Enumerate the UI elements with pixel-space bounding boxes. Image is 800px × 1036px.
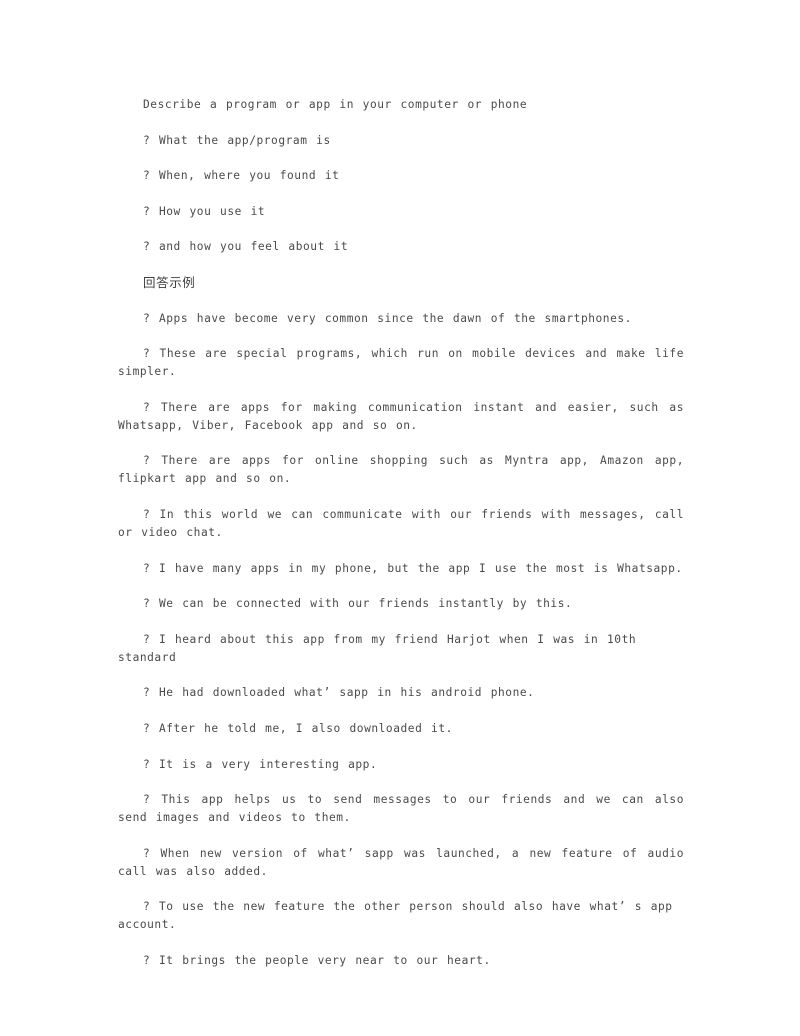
answer-item-15: ? It brings the people very near to our …	[143, 953, 491, 967]
prompt-item-4: ? and how you feel about it	[143, 240, 349, 254]
prompt-item-3: ? How you use it	[143, 204, 266, 218]
document-text-body: Describe a program or app in your comput…	[118, 96, 684, 970]
answer-item-3: ? There are apps for making communicatio…	[118, 400, 684, 432]
answer-item-2: ? These are special programs, which run …	[118, 347, 684, 379]
section-heading-answer-example: 回答示例	[143, 274, 196, 290]
answer-item-9: ? He had downloaded what’ sapp in his an…	[143, 686, 535, 700]
prompt-item-2: ? When, where you found it	[143, 169, 340, 183]
answer-item-8: ? I heard about this app from my friend …	[118, 632, 637, 664]
answer-item-5: ? In this world we can communicate with …	[118, 507, 684, 539]
answer-item-14: ? To use the new feature the other perso…	[118, 900, 673, 932]
answer-item-11: ? It is a very interesting app.	[143, 757, 378, 771]
answer-item-13: ? When new version of what’ sapp was lau…	[118, 846, 684, 878]
document-page: Describe a program or app in your comput…	[0, 0, 800, 1036]
answer-item-12: ? This app helps us to send messages to …	[118, 793, 684, 825]
answer-item-1: ? Apps have become very common since the…	[143, 311, 632, 325]
answer-item-7: ? We can be connected with our friends i…	[143, 597, 573, 611]
prompt-item-1: ? What the app/program is	[143, 133, 331, 147]
document-title-line: Describe a program or app in your comput…	[143, 98, 528, 111]
answer-item-4: ? There are apps for online shopping suc…	[118, 454, 684, 486]
answer-item-6: ? I have many apps in my phone, but the …	[143, 561, 683, 575]
answer-item-10: ? After he told me, I also downloaded it…	[143, 721, 453, 735]
